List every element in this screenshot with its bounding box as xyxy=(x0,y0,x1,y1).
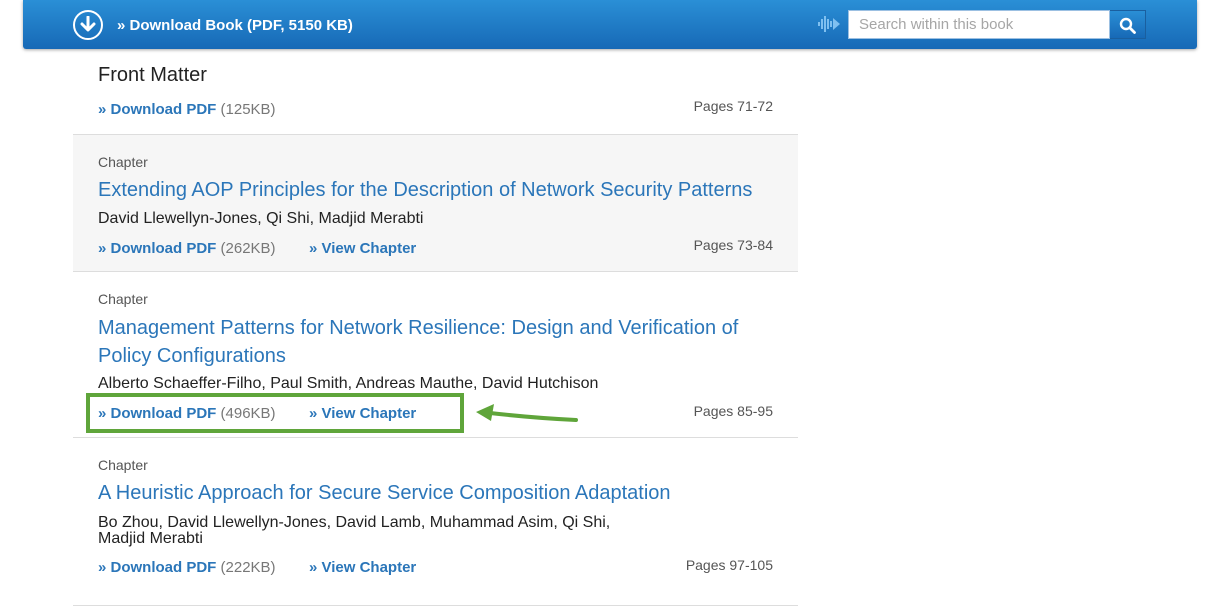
chapter-title-link[interactable]: Management Patterns for Network Resilien… xyxy=(98,314,758,370)
top-bar: » Download Book (PDF, 5150 KB) xyxy=(23,0,1197,49)
search-button[interactable] xyxy=(1110,10,1146,39)
audio-wave-icon[interactable] xyxy=(817,14,841,34)
page-range: Pages 85-95 xyxy=(693,403,773,419)
chapter-item: Chapter A Heuristic Approach for Secure … xyxy=(73,437,798,605)
chapter-item: Chapter Extending AOP Principles for the… xyxy=(73,134,798,271)
download-pdf-label: » Download PDF xyxy=(98,240,217,257)
download-pdf-label: » Download PDF xyxy=(98,101,217,118)
download-arrow-icon xyxy=(80,16,96,32)
file-size: (222KB) xyxy=(220,559,276,576)
chapter-label: Chapter xyxy=(98,457,148,473)
chapter-authors: David Llewellyn-Jones, Qi Shi, Madjid Me… xyxy=(98,210,424,227)
download-pdf-label: » Download PDF xyxy=(98,559,217,576)
download-book-link[interactable]: » Download Book (PDF, 5150 KB) xyxy=(117,17,353,34)
front-matter-item: Front Matter » Download PDF (125KB) Page… xyxy=(73,49,798,134)
file-size: (262KB) xyxy=(220,240,276,257)
divider xyxy=(73,605,798,606)
chapter-authors: Bo Zhou, David Llewellyn-Jones, David La… xyxy=(98,514,611,547)
front-matter-download-link[interactable]: » Download PDF (125KB) xyxy=(98,101,276,118)
file-size: (125KB) xyxy=(220,101,276,118)
chapter-label: Chapter xyxy=(98,154,148,170)
view-chapter-link[interactable]: » View Chapter xyxy=(309,559,416,576)
front-matter-title: Front Matter xyxy=(98,64,207,86)
highlight-box xyxy=(86,393,464,433)
search-input[interactable] xyxy=(848,10,1110,39)
chapter-title-link[interactable]: Extending AOP Principles for the Descrip… xyxy=(98,176,758,204)
page-range: Pages 71-72 xyxy=(693,98,773,114)
page-range: Pages 97-105 xyxy=(685,557,773,573)
page-range: Pages 73-84 xyxy=(693,237,773,253)
view-chapter-link[interactable]: » View Chapter xyxy=(309,240,416,257)
chapter-label: Chapter xyxy=(98,291,148,307)
chapter-download-link[interactable]: » Download PDF (262KB) xyxy=(98,240,276,257)
download-circle-icon[interactable] xyxy=(73,10,103,40)
search-icon xyxy=(1119,17,1136,34)
chapter-authors: Alberto Schaeffer-Filho, Paul Smith, And… xyxy=(98,375,599,392)
chapter-download-link[interactable]: » Download PDF (222KB) xyxy=(98,559,276,576)
chapter-title-link[interactable]: A Heuristic Approach for Secure Service … xyxy=(98,479,758,507)
annotation-arrow-icon xyxy=(476,404,578,422)
